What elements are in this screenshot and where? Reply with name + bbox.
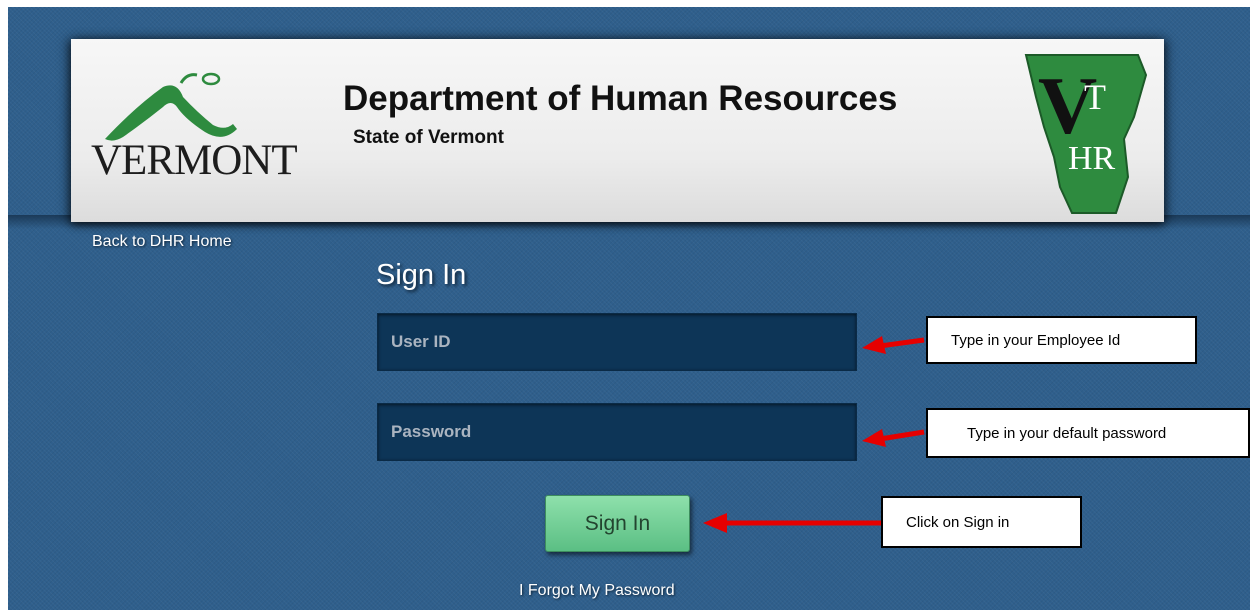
department-subtitle: State of Vermont xyxy=(353,127,504,148)
userid-arrow-icon xyxy=(862,336,925,354)
vt-hr-letters: HR xyxy=(1068,140,1116,177)
vermont-wordmark: VERMONT xyxy=(91,137,298,184)
login-page: VERMONT Department of Human Resources St… xyxy=(8,7,1250,610)
password-input[interactable] xyxy=(378,404,856,460)
signin-button[interactable]: Sign In xyxy=(545,495,690,552)
back-to-home-link[interactable]: Back to DHR Home xyxy=(92,233,232,251)
vthr-state-logo: V T HR xyxy=(1024,54,1148,214)
header-banner: VERMONT Department of Human Resources St… xyxy=(71,39,1164,222)
password-callout: Type in your default password xyxy=(926,408,1250,458)
forgot-password-link[interactable]: I Forgot My Password xyxy=(519,582,675,600)
department-title: Department of Human Resources xyxy=(343,79,898,118)
userid-input[interactable] xyxy=(378,314,856,370)
signin-callout: Click on Sign in xyxy=(881,496,1082,548)
password-field xyxy=(377,403,857,461)
signin-arrow-icon xyxy=(703,513,881,533)
userid-field xyxy=(377,313,857,371)
vt-t-letter: T xyxy=(1084,77,1106,117)
password-arrow-icon xyxy=(862,429,925,447)
userid-callout: Type in your Employee Id xyxy=(926,316,1197,364)
signin-heading: Sign In xyxy=(376,259,467,291)
